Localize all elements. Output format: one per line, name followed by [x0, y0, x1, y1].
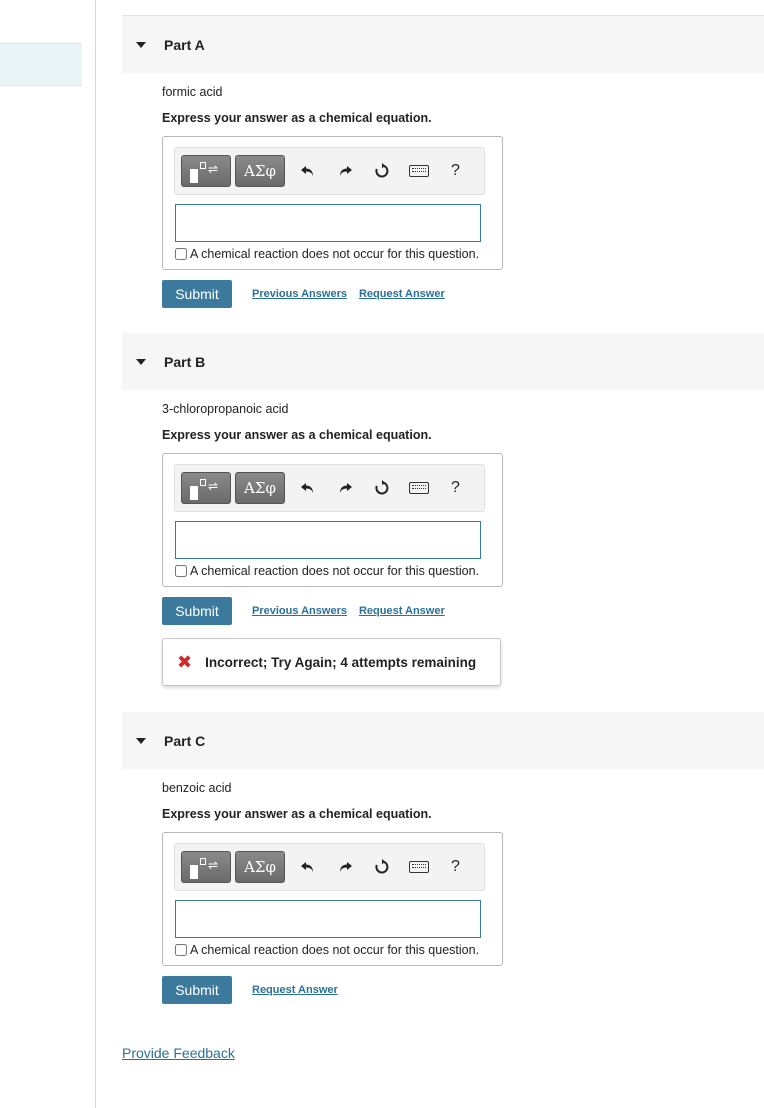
template-icon[interactable]: ⇌ — [181, 851, 231, 883]
answer-instruction: Express your answer as a chemical equati… — [162, 428, 432, 442]
reset-icon[interactable] — [363, 472, 400, 504]
caret-down-icon — [136, 737, 146, 744]
no-reaction-option[interactable]: A chemical reaction does not occur for t… — [175, 943, 479, 957]
submit-button[interactable]: Submit — [162, 280, 232, 308]
no-reaction-checkbox[interactable] — [175, 944, 187, 956]
reset-icon[interactable] — [363, 851, 400, 883]
part-c: Part C benzoic acid Express your answer … — [122, 712, 764, 1004]
template-icon[interactable]: ⇌ — [181, 155, 231, 187]
part-title: Part C — [164, 732, 206, 749]
redo-icon[interactable] — [326, 472, 363, 504]
no-reaction-label: A chemical reaction does not occur for t… — [190, 943, 480, 957]
part-b-actions: Submit Previous Answers Request Answer — [162, 597, 764, 625]
question-prompt: formic acid — [162, 85, 223, 99]
part-c-actions: Submit Request Answer — [162, 976, 764, 1004]
greek-letters-button[interactable]: ΑΣφ — [235, 155, 285, 187]
feedback-message: ✖ Incorrect; Try Again; 4 attempts remai… — [162, 638, 501, 686]
left-sidebar — [0, 0, 96, 1108]
redo-icon[interactable] — [326, 851, 363, 883]
keyboard-icon[interactable] — [400, 851, 437, 883]
answer-box: ⇌ ΑΣφ ? A chemical reaction does not occ… — [162, 136, 503, 270]
request-answer-link[interactable]: Request Answer — [359, 288, 445, 300]
part-a: Part A formic acid Express your answer a… — [122, 16, 764, 308]
answer-instruction: Express your answer as a chemical equati… — [162, 807, 432, 821]
help-icon[interactable]: ? — [437, 472, 474, 504]
answer-instruction: Express your answer as a chemical equati… — [162, 111, 432, 125]
equation-input[interactable] — [175, 521, 481, 559]
reset-icon[interactable] — [363, 155, 400, 187]
request-answer-link[interactable]: Request Answer — [252, 984, 338, 996]
part-b-body: 3-chloropropanoic acid Express your answ… — [122, 402, 764, 686]
part-b-header[interactable]: Part B — [122, 333, 764, 390]
equation-toolbar: ⇌ ΑΣφ ? — [174, 464, 485, 512]
undo-icon[interactable] — [289, 851, 326, 883]
question-prompt: 3-chloropropanoic acid — [162, 402, 289, 416]
submit-button[interactable]: Submit — [162, 976, 232, 1004]
request-answer-link[interactable]: Request Answer — [359, 605, 445, 617]
part-a-body: formic acid Express your answer as a che… — [122, 85, 764, 308]
part-a-actions: Submit Previous Answers Request Answer — [162, 280, 764, 308]
answer-box: ⇌ ΑΣφ ? A chemical reaction does not occ… — [162, 832, 503, 966]
provide-feedback-link[interactable]: Provide Feedback — [122, 1045, 235, 1061]
sidebar-active-item[interactable] — [0, 43, 82, 86]
x-icon: ✖ — [177, 651, 193, 672]
help-icon[interactable]: ? — [437, 851, 474, 883]
feedback-text: Incorrect; Try Again; 4 attempts remaini… — [205, 654, 477, 670]
previous-answers-link[interactable]: Previous Answers — [252, 605, 347, 617]
keyboard-icon[interactable] — [400, 472, 437, 504]
caret-down-icon — [136, 41, 146, 48]
no-reaction-checkbox[interactable] — [175, 248, 187, 260]
equation-toolbar: ⇌ ΑΣφ ? — [174, 843, 485, 891]
keyboard-icon[interactable] — [400, 155, 437, 187]
no-reaction-label: A chemical reaction does not occur for t… — [190, 564, 480, 578]
equation-toolbar: ⇌ ΑΣφ ? — [174, 147, 485, 195]
submit-button[interactable]: Submit — [162, 597, 232, 625]
equation-input[interactable] — [175, 204, 481, 242]
template-icon[interactable]: ⇌ — [181, 472, 231, 504]
undo-icon[interactable] — [289, 155, 326, 187]
previous-answers-link[interactable]: Previous Answers — [252, 288, 347, 300]
no-reaction-checkbox[interactable] — [175, 565, 187, 577]
no-reaction-option[interactable]: A chemical reaction does not occur for t… — [175, 247, 479, 261]
part-c-body: benzoic acid Express your answer as a ch… — [122, 781, 764, 1004]
question-prompt: benzoic acid — [162, 781, 232, 795]
caret-down-icon — [136, 358, 146, 365]
no-reaction-option[interactable]: A chemical reaction does not occur for t… — [175, 564, 479, 578]
greek-letters-button[interactable]: ΑΣφ — [235, 472, 285, 504]
help-icon[interactable]: ? — [437, 155, 474, 187]
undo-icon[interactable] — [289, 472, 326, 504]
redo-icon[interactable] — [326, 155, 363, 187]
greek-letters-button[interactable]: ΑΣφ — [235, 851, 285, 883]
part-c-header[interactable]: Part C — [122, 712, 764, 769]
answer-box: ⇌ ΑΣφ ? A chemical reaction does not occ… — [162, 453, 503, 587]
no-reaction-label: A chemical reaction does not occur for t… — [190, 247, 480, 261]
part-a-header[interactable]: Part A — [122, 16, 764, 73]
part-b: Part B 3-chloropropanoic acid Express yo… — [122, 333, 764, 686]
equation-input[interactable] — [175, 900, 481, 938]
part-title: Part B — [164, 353, 206, 370]
part-title: Part A — [164, 36, 205, 53]
